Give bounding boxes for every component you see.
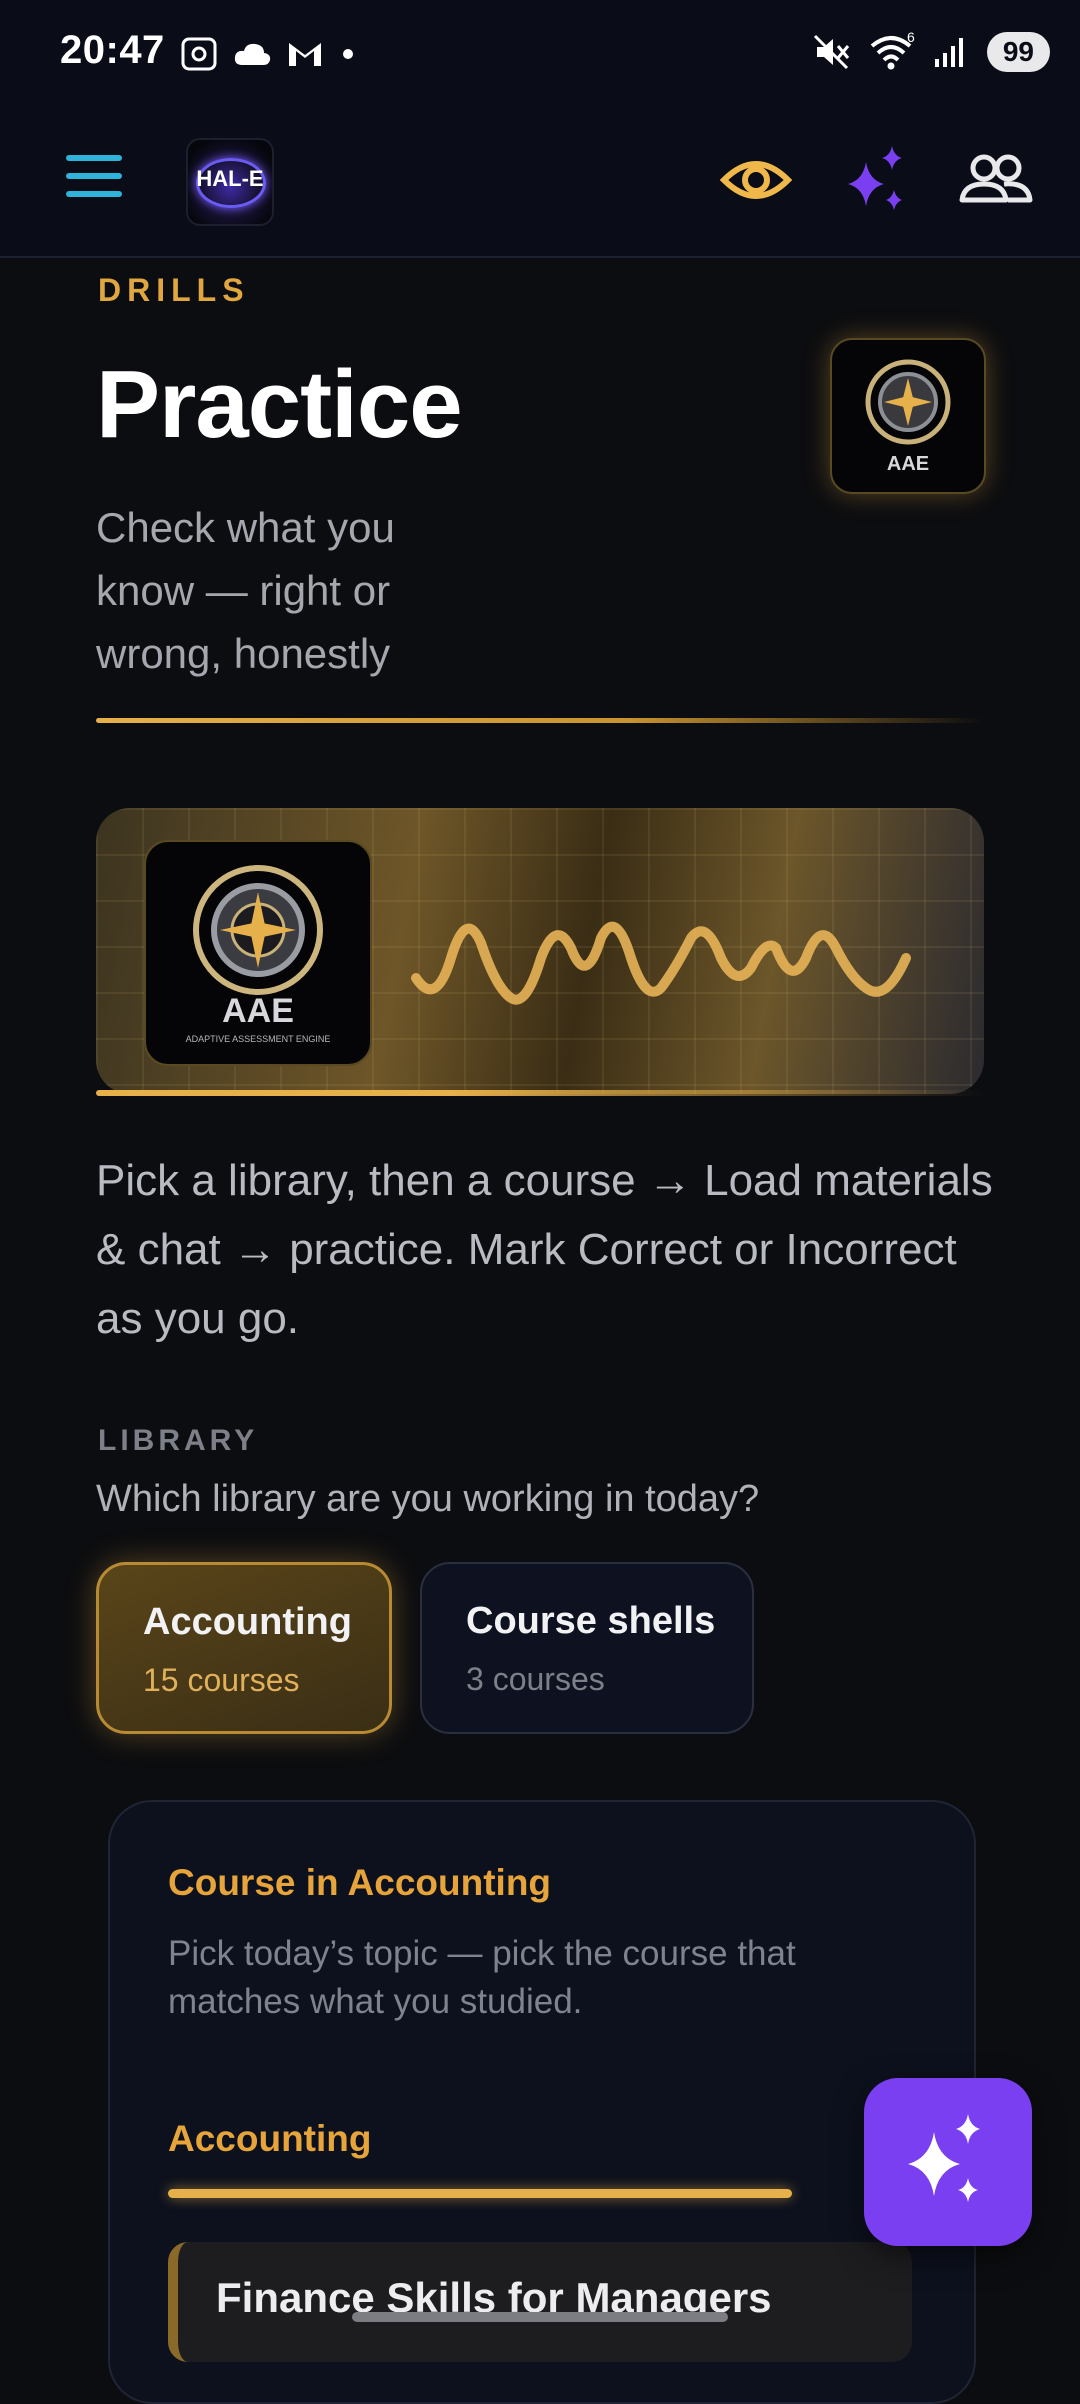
signal-icon: [934, 38, 963, 67]
library-chip-accounting[interactable]: Accounting 15 courses: [96, 1562, 392, 1734]
home-indicator[interactable]: [352, 2312, 728, 2322]
dot-icon: [343, 49, 353, 59]
page-title: Practice: [96, 351, 463, 458]
wifi-icon: 6: [870, 32, 915, 70]
course-panel-title: Course in Accounting: [168, 1862, 552, 1903]
library-question: Which library are you working in today?: [96, 1478, 760, 1520]
menu-icon-bar: [66, 191, 122, 197]
aae-badge: AAE: [830, 338, 986, 494]
menu-button[interactable]: [66, 155, 122, 199]
library-eyebrow: LIBRARY: [98, 1424, 259, 1457]
people-button[interactable]: [956, 140, 1036, 220]
page-subtitle: Check what you know — right or wrong, ho…: [96, 504, 395, 677]
compass-logo-icon: AAE ADAPTIVE ASSESSMENT ENGINE: [186, 865, 331, 1044]
badge-text: AAE: [887, 453, 929, 475]
people-icon: [959, 154, 1033, 203]
status-time: 20:47: [60, 28, 165, 72]
chip-count: 3 courses: [466, 1661, 605, 1697]
course-panel-subtitle: Pick today’s topic — pick the course tha…: [168, 1934, 796, 2021]
ai-sparkle-button[interactable]: [836, 140, 916, 220]
menu-icon-bar: [66, 155, 122, 161]
header-divider: [96, 718, 984, 723]
chip-title: Course shells: [466, 1600, 716, 1642]
app-header: [0, 110, 1080, 258]
ai-assistant-fab[interactable]: [864, 2078, 1032, 2246]
chip-title: Accounting: [143, 1601, 352, 1643]
app-logo[interactable]: HAL-E: [186, 138, 274, 226]
cloud-icon: [234, 43, 271, 65]
library-chip-course-shells[interactable]: Course shells 3 courses: [420, 1562, 754, 1734]
compass-logo-icon: AAE: [865, 359, 951, 475]
status-icons-right: 6 99: [811, 32, 1050, 72]
svg-text:6: 6: [907, 32, 915, 45]
eye-icon: [719, 161, 793, 199]
hero-logo-subtext: ADAPTIVE ASSESSMENT ENGINE: [186, 1034, 331, 1044]
course-section-label[interactable]: Accounting: [168, 2118, 371, 2160]
sparkle-icon: [908, 2114, 980, 2202]
hero-logo-text: AAE: [222, 992, 294, 1030]
battery-level: 99: [986, 32, 1050, 72]
menu-icon-bar: [66, 173, 122, 179]
hero-banner: AAE ADAPTIVE ASSESSMENT ENGINE: [96, 808, 984, 1094]
page-eyebrow: DRILLS: [98, 272, 250, 308]
logo-text: HAL-E: [196, 166, 264, 191]
practice-instructions: Pick a library, then a course → Load mat…: [96, 1156, 993, 1343]
screenshot-icon: [181, 37, 217, 71]
chip-count: 15 courses: [143, 1662, 300, 1698]
course-section-bar: [168, 2189, 792, 2198]
mute-icon: [813, 34, 849, 70]
eye-button[interactable]: [716, 140, 796, 220]
waveform-graphic: [411, 921, 911, 1005]
hero-aae-logo: AAE ADAPTIVE ASSESSMENT ENGINE: [144, 840, 372, 1066]
sparkle-icon: [848, 146, 902, 210]
gmail-icon: [289, 43, 321, 66]
hero-underline: [96, 1090, 984, 1096]
status-icons-left: [180, 34, 358, 74]
